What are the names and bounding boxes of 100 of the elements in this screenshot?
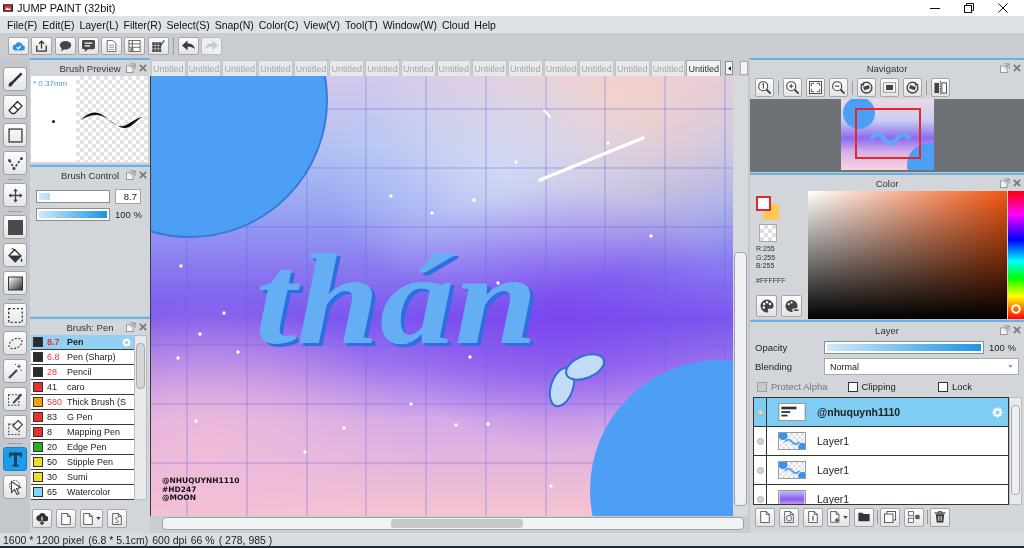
undock-icon[interactable] [126,63,136,73]
scroll-thumb[interactable] [1011,405,1020,495]
menu-item[interactable]: Tool(T) [342,18,381,31]
grid-edit-button[interactable] [147,36,169,55]
document-button[interactable] [101,36,123,55]
transparent-swatch[interactable] [759,224,777,242]
duplicate-layer-button[interactable] [880,507,900,527]
viewport-frame[interactable] [854,108,921,159]
document-tab[interactable]: Untitled [686,60,721,76]
new-brush-button[interactable] [56,509,76,528]
brush-item[interactable]: 8.7 Pen [31,335,134,350]
brush-item[interactable]: 580 Thick Brush (S [31,395,134,410]
flip-button[interactable] [931,78,950,97]
blending-dropdown[interactable]: Normal [824,358,1019,375]
brush-item[interactable]: 83 G Pen [31,410,134,425]
palette-button[interactable] [756,295,777,317]
zoom-in-button[interactable] [783,78,802,97]
menu-item[interactable]: Select(S) [163,18,213,31]
undock-icon[interactable] [1000,178,1010,188]
scroll-thumb[interactable] [734,252,747,506]
square-tool[interactable] [3,123,27,147]
move-tool[interactable] [3,183,27,207]
table-button[interactable] [124,36,146,55]
new-1bit-layer-button[interactable] [803,507,823,527]
palette-remove-button[interactable] [781,295,802,317]
brush-item[interactable]: 50 Stipple Pen [31,455,134,470]
brush-item[interactable]: 6.8 Pen (Sharp) [31,350,134,365]
undock-icon[interactable] [126,322,136,332]
brush-item[interactable]: 8 Mapping Pen [31,425,134,440]
close-icon[interactable] [139,323,147,331]
checkbox[interactable] [938,381,948,392]
size-input[interactable]: 8.7 [115,189,141,204]
delete-layer-button[interactable] [930,507,950,527]
tab-scroll-button[interactable] [725,61,733,75]
menu-item[interactable]: Filter(R) [121,18,164,31]
brush-item[interactable]: 41 caro [31,380,134,395]
pointer-tool[interactable] [3,475,27,499]
rotate-right-button[interactable] [903,78,922,97]
undock-icon[interactable] [126,170,136,180]
menu-item[interactable]: Edit(E) [39,18,77,31]
merge-layer-button[interactable] [904,507,924,527]
foreground-color-swatch[interactable] [756,196,771,211]
layer-item[interactable]: @nhuquynh1110 [754,398,1008,427]
brush-settings-button[interactable] [107,509,127,528]
close-icon[interactable] [139,64,147,72]
menu-item[interactable]: Cloud [439,18,472,31]
layer-item[interactable]: Layer1 [754,427,1008,456]
message-button[interactable] [77,36,99,55]
menu-item[interactable]: Color(C) [256,18,301,31]
new-layer-button[interactable] [755,507,775,527]
brush-item[interactable]: 20 Edge Pen [31,440,134,455]
add-layer-menu-button[interactable] [827,507,850,527]
undo-button[interactable] [177,36,199,55]
select-pen-tool[interactable] [3,387,27,411]
menu-item[interactable]: Window(W) [380,18,440,31]
new-folder-button[interactable] [854,507,874,527]
actual-size-button[interactable] [755,78,774,97]
visibility-dot-icon[interactable] [756,466,764,474]
brush-item[interactable]: 65 Watercolor [31,485,134,500]
close-icon[interactable] [1013,326,1021,334]
menu-item[interactable]: View(V) [300,18,343,31]
dashed-ellipse-tool[interactable] [3,331,27,355]
comment-button[interactable] [54,36,76,55]
fit-button[interactable] [806,78,825,97]
dashed-square-tool[interactable] [3,303,27,327]
polyline-tool[interactable] [3,151,27,175]
brush-tool[interactable] [3,67,27,91]
menu-item[interactable]: Layer(L) [76,18,122,31]
close-icon[interactable] [1013,64,1021,72]
ring-icon[interactable] [1011,304,1021,314]
color-field[interactable] [808,191,1007,319]
undock-icon[interactable] [1000,325,1010,335]
hue-strip[interactable] [1008,191,1024,319]
menu-item[interactable]: File(F) [4,18,40,31]
visibility-dot-icon[interactable] [756,495,764,503]
visibility-dot-icon[interactable] [756,437,764,445]
rotate-left-button[interactable] [857,78,876,97]
text-tool[interactable] [3,447,27,471]
paint-bucket-tool[interactable] [3,243,27,267]
checkbox[interactable] [847,381,858,392]
size-slider[interactable] [36,190,110,203]
undock-icon[interactable] [1000,63,1010,73]
scroll-thumb[interactable] [391,519,523,528]
visibility-dot-icon[interactable] [756,408,764,416]
download-brush-button[interactable] [32,509,52,528]
export-button[interactable] [31,36,53,55]
select-eraser-tool[interactable] [3,415,27,439]
menu-item[interactable]: Snap(N) [212,18,257,31]
close-icon[interactable] [1013,179,1021,187]
filled-square-tool[interactable] [3,215,27,239]
brush-menu-button[interactable] [80,509,103,528]
gradient-tool[interactable] [3,271,27,295]
eraser-tool[interactable] [3,95,27,119]
new-8bit-layer-button[interactable] [779,507,799,527]
scroll-thumb[interactable] [136,343,145,389]
brush-item[interactable]: 30 Sumi [31,470,134,485]
brush-item[interactable]: 28 Pencil [31,365,134,380]
background-color-swatch[interactable] [756,196,779,220]
close-icon[interactable] [139,171,147,179]
menu-item[interactable]: Help [471,18,499,31]
